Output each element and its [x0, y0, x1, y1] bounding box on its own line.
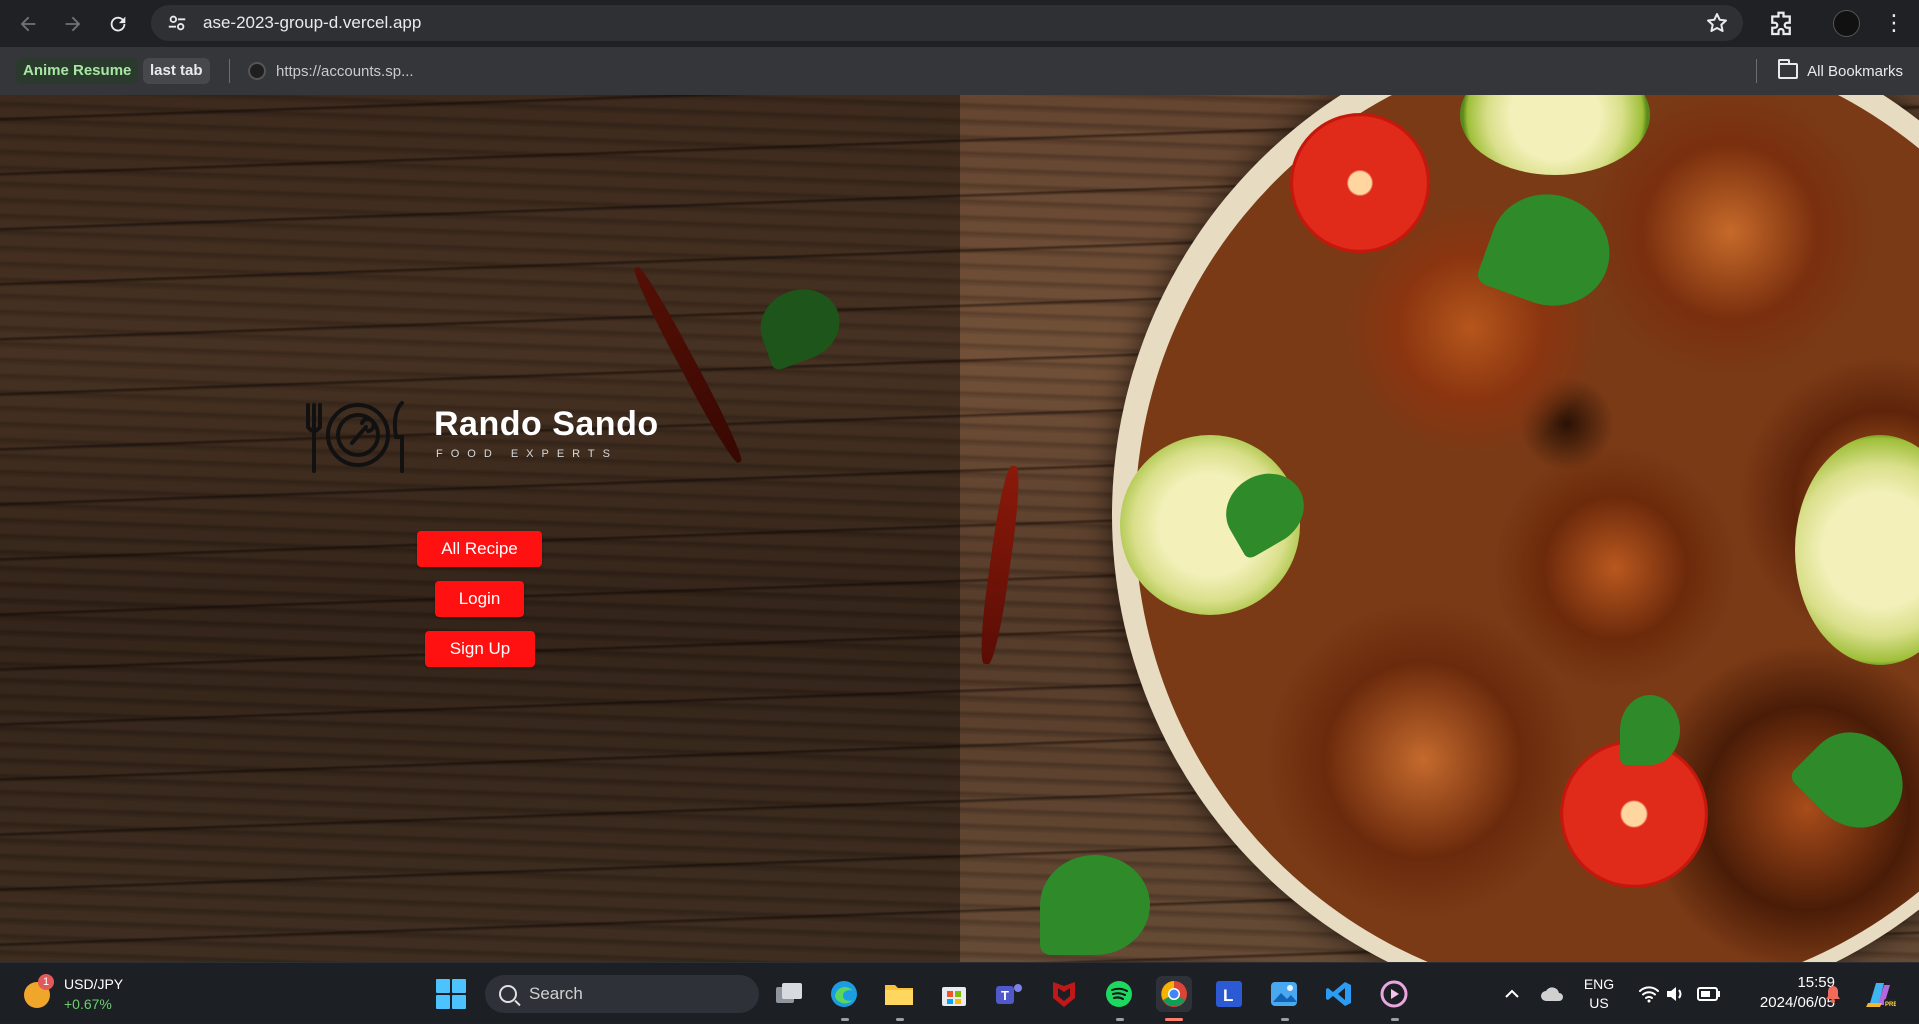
taskbar-search[interactable]: Search [485, 975, 759, 1013]
tomato-image [1290, 113, 1430, 253]
microsoft-store-icon[interactable] [936, 976, 972, 1012]
address-bar[interactable]: ase-2023-group-d.vercel.app [151, 5, 1743, 41]
media-player-icon[interactable] [1376, 976, 1412, 1012]
all-bookmarks-button[interactable]: All Bookmarks [1778, 59, 1903, 83]
profile-avatar[interactable] [1833, 10, 1860, 37]
active-indicator [1165, 1018, 1183, 1021]
photos-icon[interactable] [1266, 976, 1302, 1012]
bookmark-label: https://accounts.sp... [276, 62, 414, 80]
spotify-icon [248, 62, 266, 80]
clock-time: 15:59 [1797, 974, 1835, 991]
bookmark-star-icon[interactable] [1705, 11, 1729, 35]
bookmarks-bar: Anime Resume last tab https://accounts.s… [0, 47, 1919, 95]
l-app-icon[interactable]: L [1211, 976, 1247, 1012]
fork-plate-knife-icon [306, 401, 404, 473]
onedrive-icon[interactable] [1540, 963, 1564, 1024]
back-button[interactable] [5, 0, 50, 47]
forward-button[interactable] [50, 0, 95, 47]
arrow-right-icon [65, 16, 80, 31]
running-indicator [1116, 1018, 1124, 1021]
all-bookmarks-label: All Bookmarks [1807, 62, 1903, 80]
start-button[interactable] [436, 979, 466, 1009]
bookmark-last-tab[interactable]: last tab [143, 58, 210, 84]
running-indicator [841, 1018, 849, 1021]
search-icon [499, 985, 517, 1003]
language-indicator[interactable]: ENG US [1574, 975, 1624, 1013]
parsley-image [1040, 855, 1150, 955]
chili-pepper-image [976, 464, 1024, 666]
spotify-icon[interactable] [1101, 976, 1137, 1012]
reload-button[interactable] [95, 0, 140, 47]
currency-widget[interactable]: 1 USD/JPY +0.67% [22, 972, 132, 1016]
clock-date: 2024/06/05 [1759, 994, 1835, 1011]
site-info-icon[interactable] [157, 5, 197, 41]
region-code: US [1589, 995, 1609, 1011]
search-placeholder: Search [529, 984, 583, 1003]
system-clock[interactable]: 15:59 2024/06/05 [1755, 973, 1835, 1013]
sign-up-button[interactable]: Sign Up [425, 631, 535, 667]
edge-icon[interactable] [826, 976, 862, 1012]
browser-toolbar: ase-2023-group-d.vercel.app ⋮ [0, 0, 1919, 47]
svg-text:PRE: PRE [1885, 1002, 1896, 1008]
extensions-icon[interactable] [1766, 9, 1796, 39]
volume-icon[interactable] [1665, 963, 1685, 1024]
bookmark-anime-resume[interactable]: Anime Resume [16, 58, 139, 84]
reload-icon [110, 16, 125, 31]
notification-bell-icon[interactable] [1824, 963, 1842, 1024]
bookmark-separator [229, 59, 230, 83]
mcafee-icon[interactable] [1046, 976, 1082, 1012]
running-indicator [1281, 1018, 1289, 1021]
brand-subtitle: FOOD EXPERTS [436, 448, 618, 460]
currency-change: +0.67% [64, 996, 112, 1012]
bookmark-separator [1756, 59, 1757, 83]
vscode-icon[interactable] [1321, 976, 1357, 1012]
menu-icon[interactable]: ⋮ [1882, 10, 1906, 38]
running-indicator [1391, 1018, 1399, 1021]
svg-text:T: T [1001, 988, 1009, 1003]
parsley-image [1620, 695, 1680, 765]
notification-badge: 1 [38, 974, 54, 990]
show-hidden-icons-icon[interactable] [1503, 963, 1521, 1024]
brand-logo: Rando Sando FOOD EXPERTS [302, 397, 662, 477]
windows-taskbar: 1 USD/JPY +0.67% Search T L ENG US 15:59… [0, 962, 1919, 1023]
folder-icon [1778, 59, 1799, 79]
login-button[interactable]: Login [435, 581, 524, 617]
teams-icon[interactable]: T [991, 976, 1027, 1012]
copilot-icon[interactable]: PRE [1864, 963, 1896, 1024]
arrow-left-icon [20, 16, 35, 31]
language-code: ENG [1583, 976, 1615, 992]
running-indicator [896, 1018, 904, 1021]
svg-text:L: L [1223, 986, 1233, 1005]
task-view-icon[interactable] [771, 976, 807, 1012]
bookmark-accounts-spotify[interactable]: https://accounts.sp... [248, 59, 414, 83]
brand-title: Rando Sando [434, 405, 659, 443]
landing-page: Rando Sando FOOD EXPERTS All Recipe Logi… [0, 95, 1919, 962]
wifi-icon[interactable] [1638, 963, 1660, 1024]
overlay-panel [0, 95, 960, 962]
file-explorer-icon[interactable] [881, 976, 917, 1012]
all-recipe-button[interactable]: All Recipe [417, 531, 542, 567]
currency-pair: USD/JPY [64, 976, 124, 992]
chrome-icon[interactable] [1156, 976, 1192, 1012]
battery-icon[interactable] [1697, 963, 1721, 1024]
url-text[interactable]: ase-2023-group-d.vercel.app [203, 13, 421, 33]
